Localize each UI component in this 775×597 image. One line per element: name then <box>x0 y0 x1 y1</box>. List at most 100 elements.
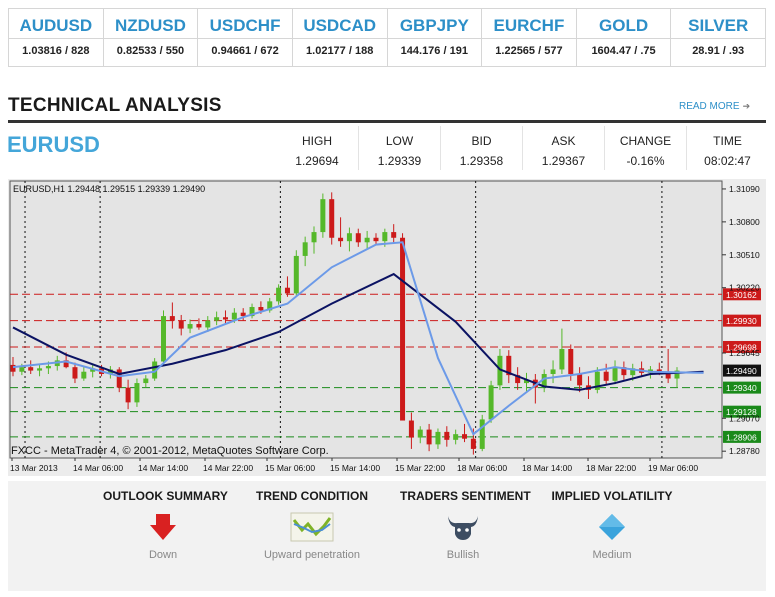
candle-body <box>417 429 423 438</box>
summary-value: Bullish <box>446 549 480 561</box>
candle-body <box>28 367 34 371</box>
ticker-price: 1.02177 / 188 <box>306 45 374 57</box>
x-tick-label: 18 Mar 22:00 <box>586 463 636 473</box>
level-label: 1.29930 <box>726 316 757 326</box>
ticker-symbol[interactable]: USDCHF <box>198 9 292 39</box>
y-tick-label: 1.30510 <box>729 250 760 260</box>
candle-body <box>577 373 583 386</box>
ticker-symbol[interactable]: AUDUSD <box>9 9 103 39</box>
x-tick-label: 14 Mar 22:00 <box>203 463 253 473</box>
candle-body <box>293 255 299 294</box>
candle-body <box>214 317 220 321</box>
quote-high: HIGH 1.29694 <box>276 126 358 170</box>
level-label: 1.28906 <box>726 432 757 442</box>
quote-change: CHANGE -0.16% <box>604 126 686 170</box>
summary-label: OUTLOOK SUMMARY <box>103 489 228 503</box>
summary-sentiment: TRADERS SENTIMENT Bullish <box>400 489 531 562</box>
candle-body <box>143 378 149 384</box>
candle-body <box>125 387 131 403</box>
quote-value: 08:02:47 <box>704 154 751 168</box>
candle-body <box>338 237 344 242</box>
read-more-link[interactable]: READ MORE ➔ <box>679 101 750 112</box>
ticker-price: 1604.47 / .75 <box>591 45 656 57</box>
x-tick-label: 18 Mar 14:00 <box>522 463 572 473</box>
section-divider <box>8 120 766 123</box>
analysis-summary: OUTLOOK SUMMARY Down TREND CONDITION Upw… <box>8 481 766 591</box>
ticker-price: 0.94661 / 672 <box>211 45 279 57</box>
summary-label: TRADERS SENTIMENT <box>400 489 531 503</box>
x-tick-label: 13 Mar 2013 <box>10 463 58 473</box>
candle-body <box>284 287 290 294</box>
candle-body <box>612 367 618 381</box>
quote-time: TIME 08:02:47 <box>686 126 768 170</box>
candle-body <box>116 369 122 388</box>
x-tick-label: 18 Mar 06:00 <box>457 463 507 473</box>
y-tick-label: 1.31090 <box>729 184 760 194</box>
ticker-nzdusd[interactable]: NZDUSD 0.82533 / 550 <box>102 9 198 66</box>
candle-body <box>435 431 441 445</box>
candle-body <box>19 367 25 372</box>
ticker-gold[interactable]: GOLD 1604.47 / .75 <box>575 9 671 66</box>
ticker-audusd[interactable]: AUDUSD 1.03816 / 828 <box>9 9 103 66</box>
ticker-symbol[interactable]: NZDUSD <box>103 9 198 39</box>
diamond-icon <box>599 514 625 540</box>
ticker-symbol[interactable]: SILVER <box>671 9 765 39</box>
ticker-price: 1.03816 / 828 <box>22 45 90 57</box>
chart-footer: FXCC - MetaTrader 4, © 2001-2012, MetaQu… <box>11 445 329 457</box>
quote-label: ASK <box>551 134 576 148</box>
candle-body <box>355 233 361 243</box>
ticker-silver[interactable]: SILVER 28.91 / .93 <box>670 9 765 66</box>
quote-label: LOW <box>385 134 414 148</box>
x-tick-label: 15 Mar 22:00 <box>395 463 445 473</box>
chart-svg: 1.301621.299301.296981.294901.293401.291… <box>8 179 766 476</box>
ticker-usdcad[interactable]: USDCAD 1.02177 / 188 <box>291 9 387 66</box>
summary-value: Upward penetration <box>263 549 360 561</box>
candle-body <box>37 368 43 371</box>
candle-body <box>196 324 202 328</box>
ticker-gbpjpy[interactable]: GBPJPY 144.176 / 191 <box>386 9 482 66</box>
candle-body <box>488 385 494 420</box>
candle-body <box>161 316 167 362</box>
ticker-symbol[interactable]: GBPJPY <box>387 9 482 39</box>
y-tick-label: 1.30220 <box>729 283 760 293</box>
candle-body <box>72 367 78 379</box>
ticker-price: 0.82533 / 550 <box>116 45 185 57</box>
quote-label: HIGH <box>302 134 332 148</box>
quote-value: -0.16% <box>626 154 665 168</box>
summary-label: TREND CONDITION <box>256 489 368 503</box>
ticker-symbol[interactable]: USDCAD <box>292 9 387 39</box>
candle-body <box>408 420 414 438</box>
quote-label: CHANGE <box>619 134 672 148</box>
candle-body <box>346 233 352 242</box>
y-tick-label: 1.29645 <box>729 348 760 358</box>
candle-body <box>302 242 308 256</box>
summary-volatility: IMPLIED VOLATILITY Medium <box>551 489 673 562</box>
candle-body <box>470 438 476 449</box>
summary-label: IMPLIED VOLATILITY <box>551 489 673 503</box>
quote-value: 1.29358 <box>459 154 504 168</box>
x-tick-label: 19 Mar 06:00 <box>648 463 698 473</box>
candle-body <box>178 320 184 329</box>
candle-body <box>373 237 379 242</box>
ticker-symbol[interactable]: EURCHF <box>482 9 576 39</box>
ticker-eurchf[interactable]: EURCHF 1.22565 / 577 <box>481 9 576 66</box>
price-chart: 1.30162 1.29930 1.29698 1.29490 1.29340 1.291… <box>8 179 766 476</box>
quote-label: BID <box>471 134 492 148</box>
quote-ask: ASK 1.29367 <box>522 126 604 170</box>
candle-body <box>453 434 459 440</box>
ticker-usdchf[interactable]: USDCHF 0.94661 / 672 <box>197 9 292 66</box>
candle-body <box>320 199 326 233</box>
candle-body <box>81 371 87 379</box>
quote-table: HIGH 1.29694 LOW 1.29339 BID 1.29358 ASK… <box>276 126 768 170</box>
quote-low: LOW 1.29339 <box>358 126 440 170</box>
quote-value: 1.29694 <box>295 154 339 168</box>
x-tick-label: 14 Mar 14:00 <box>138 463 188 473</box>
read-more-label[interactable]: READ MORE <box>679 101 740 112</box>
candle-body <box>222 317 228 320</box>
candle-body <box>231 312 237 320</box>
ticker-price: 28.91 / .93 <box>692 45 745 57</box>
summary-value: Medium <box>592 549 632 561</box>
level-label: 1.29490 <box>726 366 757 376</box>
candle-body <box>258 307 264 311</box>
ticker-symbol[interactable]: GOLD <box>576 9 671 39</box>
